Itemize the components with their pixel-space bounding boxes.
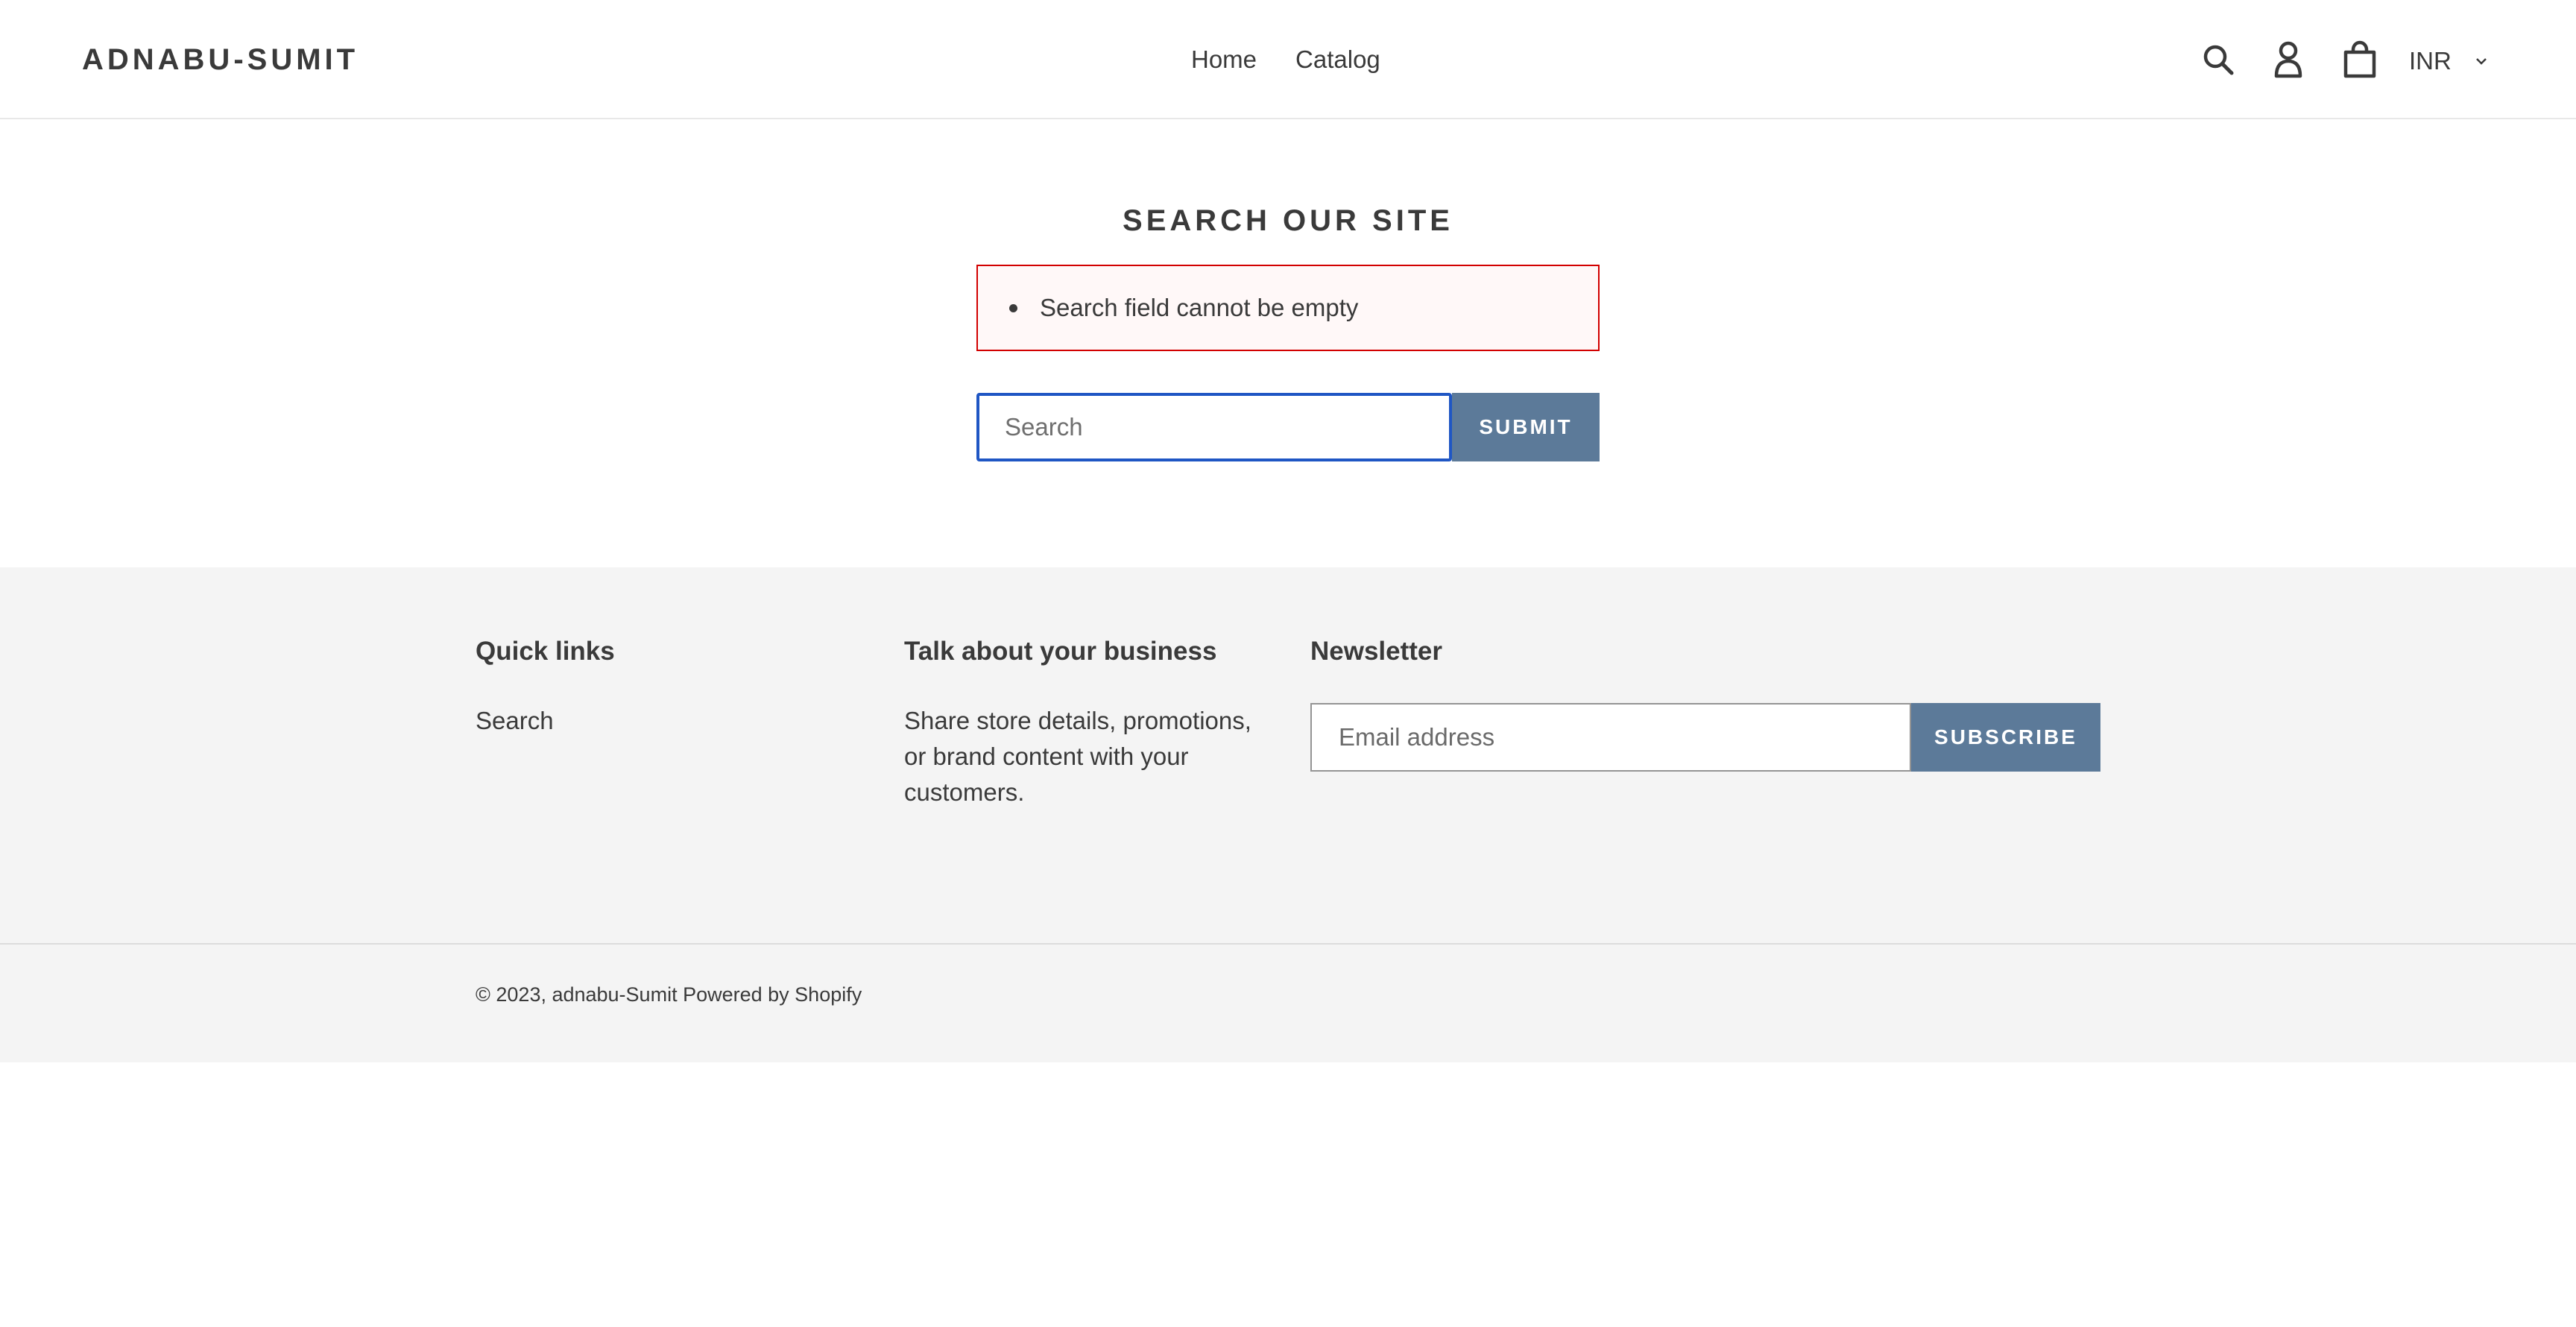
footer-link-search[interactable]: Search [476,703,615,739]
footer-business: Talk about your business Share store det… [904,633,1277,810]
copyright-text: © 2023, adnabu-Sumit [476,983,678,1006]
copyright: © 2023, adnabu-Sumit Powered by Shopify [476,980,862,1009]
header-icons [0,36,2576,83]
site-header: ADNABU-SUMIT Home Catalog INR [0,0,2576,119]
submit-button[interactable]: SUBMIT [1452,393,1600,461]
bullet-icon [1009,303,1017,312]
quick-links-heading: Quick links [476,637,615,666]
site-footer: Quick links Search Talk about your busin… [0,567,2576,1062]
page-title: SEARCH OUR SITE [1123,204,1453,237]
footer-quick-links: Quick links Search [476,633,615,739]
powered-by-link[interactable]: Powered by Shopify [683,983,862,1006]
business-heading: Talk about your business [904,637,1217,666]
business-text: Share store details, promotions, or bran… [904,707,1251,806]
account-icon-graphic [2274,41,2302,78]
currency-selector[interactable]: INR [2409,43,2489,79]
email-field[interactable] [1310,703,1911,772]
currency-value: INR [2409,47,2452,75]
newsletter-heading: Newsletter [1310,637,1443,666]
newsletter-form: SUBSCRIBE [1310,703,2100,772]
error-message: Search field cannot be empty [1040,294,1359,321]
cart-icon-graphic [2343,40,2376,78]
subscribe-button[interactable]: SUBSCRIBE [1911,703,2100,772]
search-icon-graphic [2203,45,2234,75]
search-input[interactable] [976,393,1452,461]
chevron-down-icon [2475,58,2487,65]
search-form: SUBMIT [976,393,1600,461]
account-icon[interactable] [2266,36,2311,83]
cart-icon[interactable] [2337,36,2382,83]
search-icon[interactable] [2196,36,2241,83]
footer-newsletter: Newsletter SUBSCRIBE [1310,633,2100,772]
error-message-box: Search field cannot be empty [976,265,1600,351]
footer-divider [0,943,2576,945]
